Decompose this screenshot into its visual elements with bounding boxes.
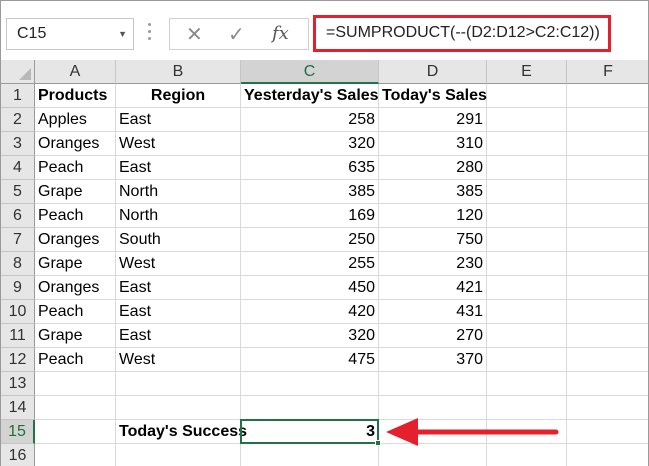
red-arrow-annotation	[386, 418, 559, 446]
arrow-head	[386, 418, 418, 446]
